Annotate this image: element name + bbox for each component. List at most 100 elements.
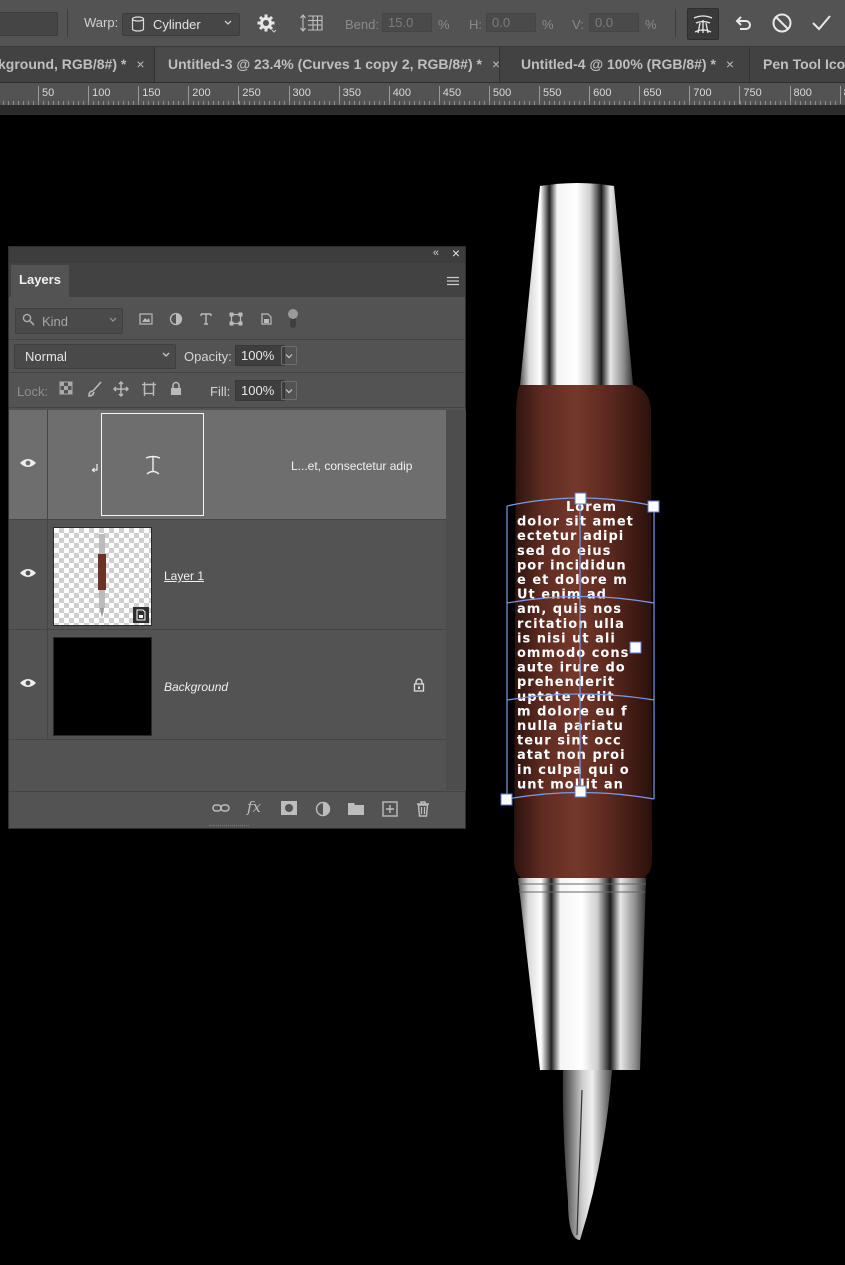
h-percent: % (542, 17, 554, 32)
tool-preset-dropdown[interactable] (0, 12, 58, 36)
opacity-dropdown-chevron-icon[interactable] (281, 346, 297, 365)
ruler-tick-label: 350 (338, 86, 361, 104)
tab-background-doc[interactable]: kground, RGB/8#) * × (0, 47, 155, 82)
toggle-warp-mode-icon[interactable] (687, 8, 719, 40)
panel-menu-icon[interactable] (447, 273, 459, 291)
canvas-top-area (0, 105, 845, 115)
link-layers-icon[interactable] (212, 801, 230, 820)
delete-layer-trash-icon[interactable] (416, 801, 430, 822)
add-mask-icon[interactable] (281, 801, 297, 820)
warped-text-line: Ut enim ad (517, 588, 607, 603)
ruler-tick-label: 400 (388, 86, 411, 104)
warped-text-icon (145, 455, 161, 475)
lock-position-icon[interactable] (113, 381, 129, 402)
horizontal-ruler[interactable]: 50 100 150 200 250 300 350 400 450 500 550 600 650 70… (0, 82, 845, 106)
clipping-arrow-icon (91, 460, 99, 478)
warped-text-line: in culpa qui o (517, 763, 630, 778)
layers-scrollbar[interactable] (446, 410, 466, 790)
filter-smart-object-icon[interactable] (259, 312, 273, 331)
warped-text-line: atat non proi (517, 748, 626, 763)
layer-row-text[interactable]: L...et, consectetur adip (9, 410, 446, 520)
warp-settings-gear-icon[interactable] (251, 8, 281, 38)
filter-adjustment-icon[interactable] (169, 312, 183, 331)
close-tab-icon[interactable]: × (726, 56, 734, 72)
layer-row-background[interactable]: Background (9, 630, 446, 740)
warped-text-line: prehenderit (517, 675, 615, 690)
warp-style-dropdown[interactable]: Cylinder (122, 13, 240, 36)
warped-text-line: is nisi ut ali (517, 631, 616, 646)
warped-text-line: teur sint occ (517, 734, 622, 749)
panel-header-strip[interactable]: « × (9, 245, 465, 263)
filter-shape-icon[interactable] (229, 312, 243, 331)
cancel-transform-icon[interactable] (767, 8, 797, 38)
divider (47, 410, 48, 519)
opacity-label: Opacity: (184, 349, 232, 364)
warped-text-line: Lorem (566, 500, 617, 515)
lock-all-icon[interactable] (169, 381, 183, 401)
tab-pen-tool-icon[interactable]: Pen Tool Icon (751, 47, 845, 82)
layers-panel: « × Layers Kind Normal Opacity: 100% Loc… (8, 245, 466, 829)
warp-label: Warp: (84, 15, 119, 30)
smart-object-badge-icon (133, 607, 149, 623)
filter-toggle-icon[interactable] (287, 308, 299, 335)
visibility-eye-icon[interactable] (19, 456, 37, 474)
visibility-eye-icon[interactable] (19, 566, 37, 584)
tab-label: Untitled-4 @ 100% (RGB/8#) * (521, 56, 716, 72)
new-adjustment-layer-icon[interactable] (315, 801, 331, 822)
collapse-panel-icon[interactable]: « (433, 247, 439, 259)
fill-input[interactable]: 100% (235, 380, 285, 401)
warped-text-thumbnail (101, 413, 204, 516)
filter-kind-dropdown[interactable]: Kind (15, 308, 123, 334)
close-tab-icon[interactable]: × (136, 56, 144, 72)
warped-text-layer: Loremdolor sit ametectetur adipised do e… (517, 500, 633, 792)
layer-row-layer-1[interactable]: Layer 1 (9, 520, 446, 630)
panel-resize-grip[interactable] (209, 825, 249, 829)
divider (47, 520, 48, 629)
ruler-tick-label: 50 (38, 86, 54, 104)
blend-mode-dropdown[interactable]: Normal (14, 344, 176, 369)
h-label: H: (469, 17, 482, 32)
ruler-tick-label: 550 (539, 86, 561, 104)
warped-text-line: am, quis nos (517, 602, 622, 617)
divider (67, 9, 68, 37)
lock-image-pixels-icon[interactable] (87, 381, 103, 402)
layer-name: L...et, consectetur adip (291, 459, 413, 473)
change-warp-orientation-icon[interactable] (297, 8, 327, 38)
close-tab-icon[interactable]: × (492, 56, 499, 72)
layer-lock-icon (413, 678, 425, 697)
commit-transform-icon[interactable] (806, 8, 836, 38)
warped-text-line: uptate velit (517, 690, 615, 705)
pen-nib (562, 1070, 612, 1240)
lock-artboard-icon[interactable] (141, 381, 157, 402)
tab-label: Untitled-3 @ 23.4% (Curves 1 copy 2, RGB… (168, 56, 482, 72)
v-distortion-input[interactable]: 0.0 (589, 13, 639, 32)
new-layer-icon[interactable] (382, 801, 398, 822)
filter-pixel-icon[interactable] (139, 312, 153, 331)
close-panel-icon[interactable]: × (452, 245, 460, 261)
visibility-eye-icon[interactable] (19, 676, 37, 694)
pen-grip (518, 878, 646, 1070)
warped-text-line: nulla pariatu (517, 719, 624, 734)
panel-tab-bar: Layers (9, 263, 465, 297)
warp-style-value: Cylinder (153, 17, 201, 32)
ruler-tick-label: 300 (288, 86, 311, 104)
opacity-input[interactable]: 100% (235, 345, 285, 366)
divider (675, 9, 676, 37)
new-group-folder-icon[interactable] (348, 801, 364, 820)
filter-type-icon[interactable] (199, 312, 213, 331)
h-distortion-input[interactable]: 0.0 (486, 13, 536, 32)
warped-text-line: ectetur adipi (517, 529, 624, 544)
search-icon (22, 313, 35, 329)
divider (9, 372, 465, 373)
lock-transparent-pixels-icon[interactable] (59, 381, 73, 400)
layer-style-fx-icon[interactable]: fx (247, 798, 261, 816)
undo-icon[interactable] (728, 8, 758, 38)
ruler-tick-label: 450 (438, 86, 461, 104)
lock-label: Lock: (17, 384, 49, 399)
tab-untitled-4[interactable]: Untitled-4 @ 100% (RGB/8#) * × (501, 47, 750, 82)
fill-dropdown-chevron-icon[interactable] (281, 381, 297, 400)
tab-layers[interactable]: Layers (11, 265, 69, 297)
bend-input[interactable]: 15.0 (382, 13, 432, 32)
tab-untitled-3[interactable]: Untitled-3 @ 23.4% (Curves 1 copy 2, RGB… (155, 47, 500, 82)
cylinder-icon (131, 16, 145, 35)
